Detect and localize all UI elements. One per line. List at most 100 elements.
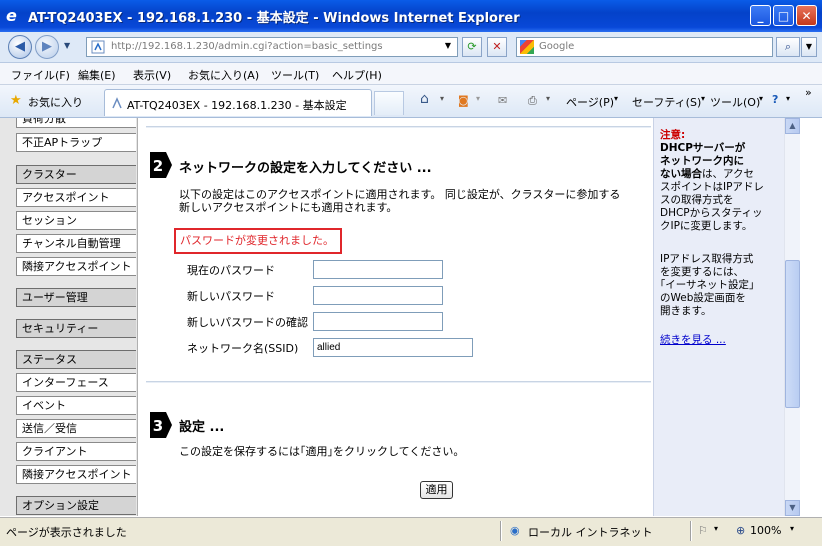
tools-menu-button[interactable]: ツール(O) — [710, 94, 760, 110]
print-icon[interactable]: ⎙ — [528, 94, 537, 108]
tab-current-page[interactable]: AT-TQ2403EX - 192.168.1.230 - 基本設定 — [104, 89, 372, 116]
para2-line2: を変更するには、 — [660, 266, 744, 278]
ssid-input[interactable] — [313, 338, 473, 357]
maximize-button[interactable]: □ — [773, 5, 794, 26]
sidebar-category-cluster[interactable]: クラスター — [16, 165, 136, 184]
sidebar-item-tx-rx[interactable]: 送信／受信 — [16, 419, 136, 438]
note-bold-line1: DHCPサーバーが — [660, 142, 746, 154]
note-title: 注意: — [660, 129, 686, 141]
scroll-up-icon[interactable]: ▲ — [785, 118, 800, 134]
sidebar-category-security[interactable]: セキュリティー — [16, 319, 136, 338]
menu-bar: ファイル(F) 編集(E) 表示(V) お気に入り(A) ツール(T) ヘルプ(… — [0, 63, 822, 85]
zoom-icon: ⊕ — [736, 524, 746, 537]
vertical-scrollbar[interactable]: ▲ ▼ — [784, 118, 800, 516]
sidebar-item-clients[interactable]: クライアント — [16, 442, 136, 461]
search-field[interactable]: Google — [516, 37, 773, 57]
scroll-down-icon[interactable]: ▼ — [785, 500, 800, 516]
step-3-heading: 設定 ... — [179, 420, 225, 435]
help-panel: 注意: DHCPサーバーが ネットワーク内に ない場合は、アクセ スポイントはI… — [653, 118, 784, 516]
note-rest-line2: スポイントはIPアドレ — [660, 181, 764, 193]
protected-mode-icon[interactable]: ⚐ — [698, 524, 708, 537]
tab-title: AT-TQ2403EX - 192.168.1.230 - 基本設定 — [127, 99, 347, 112]
status-divider — [690, 521, 692, 541]
refresh-button[interactable]: ⟳ — [462, 37, 482, 57]
sidebar-item-rogue-ap[interactable]: 不正APトラップ — [16, 133, 136, 152]
google-icon — [520, 40, 534, 54]
read-more-link[interactable]: 続きを見る ... — [660, 334, 782, 347]
page-icon — [91, 40, 105, 54]
sidebar-category-status[interactable]: ステータス — [16, 350, 136, 369]
main-panel: 2 ネットワークの設定を入力してください ... 以下の設定はこのアクセスポイン… — [138, 118, 653, 516]
sidebar-category-options[interactable]: オプション設定 — [16, 496, 136, 515]
minimize-button[interactable]: _ — [750, 5, 771, 26]
scroll-thumb[interactable] — [785, 260, 800, 408]
sidebar-item-events[interactable]: イベント — [16, 396, 136, 415]
para2-line4: のWeb設定画面を — [660, 292, 746, 304]
sidebar-category-user-management[interactable]: ユーザー管理 — [16, 288, 136, 307]
help-icon[interactable]: ? — [772, 93, 778, 106]
back-button[interactable]: ◀ — [8, 35, 32, 59]
page-menu-button[interactable]: ページ(P) — [566, 94, 614, 110]
apply-button[interactable]: 適用 — [420, 481, 453, 499]
status-divider — [500, 521, 502, 541]
forward-button[interactable]: ▶ — [35, 35, 59, 59]
safety-menu-button[interactable]: セーフティ(S) — [632, 94, 701, 110]
confirm-password-input[interactable] — [313, 312, 443, 331]
protected-mode-dropdown-icon[interactable]: ▾ — [714, 524, 718, 533]
address-dropdown-icon[interactable]: ▼ — [440, 37, 456, 57]
new-password-input[interactable] — [313, 286, 443, 305]
new-tab-button[interactable] — [374, 91, 404, 115]
new-password-label: 新しいパスワード — [187, 290, 275, 303]
history-dropdown-icon[interactable]: ▼ — [64, 41, 70, 50]
zoom-dropdown-icon[interactable]: ▾ — [790, 524, 794, 533]
search-button[interactable]: ⌕ — [776, 37, 800, 57]
help-dropdown-icon[interactable]: ▾ — [786, 94, 790, 103]
menu-tools[interactable]: ツール(T) — [271, 67, 319, 83]
sidebar-item-interfaces[interactable]: インターフェース — [16, 373, 136, 392]
status-text: ページが表示されました — [6, 526, 127, 539]
feeds-icon[interactable]: ◙ — [458, 94, 469, 107]
menu-file[interactable]: ファイル(F) — [11, 67, 70, 83]
password-changed-notice: パスワードが変更されました。 — [174, 228, 342, 254]
note-rest-line1: は、アクセ — [702, 168, 754, 180]
current-password-input[interactable] — [313, 260, 443, 279]
step-2-badge: 2 — [150, 152, 172, 178]
sidebar-item-sessions[interactable]: セッション — [16, 211, 136, 230]
home-icon[interactable]: ⌂ — [420, 91, 429, 107]
stop-button[interactable]: ✕ — [487, 37, 507, 57]
search-icon: ⌕ — [784, 40, 792, 53]
zoom-level[interactable]: 100% — [750, 524, 781, 537]
sidebar-item-neighbor-ap-status[interactable]: 隣接アクセスポイント — [16, 465, 136, 484]
step-3-description: この設定を保存するには｢適用｣をクリックしてください。 — [179, 445, 465, 458]
window-title: AT-TQ2403EX - 192.168.1.230 - 基本設定 - Win… — [28, 11, 520, 26]
sidebar-item-load-balancing[interactable]: 負荷分散 — [16, 118, 136, 128]
status-bar: ページが表示されました ◉ ローカル イントラネット ⚐ ▾ ⊕ 100% ▾ — [0, 517, 822, 546]
feeds-dropdown-icon[interactable]: ▾ — [476, 94, 480, 103]
ssid-label: ネットワーク名(SSID) — [187, 342, 299, 355]
favorites-star-icon: ★ — [10, 93, 22, 108]
svg-text:2: 2 — [153, 157, 163, 175]
step-3-badge: 3 — [150, 412, 172, 438]
favorites-button[interactable]: お気に入り — [28, 94, 83, 110]
para2-line1: IPアドレス取得方式 — [660, 253, 754, 265]
address-field[interactable]: http://192.168.1.230/admin.cgi?action=ba… — [86, 37, 458, 57]
search-options-icon[interactable]: ▼ — [801, 37, 817, 57]
page-content: 負荷分散 不正APトラップ クラスター アクセスポイント セッション チャンネル… — [0, 118, 800, 516]
sidebar-item-channel-management[interactable]: チャンネル自動管理 — [16, 234, 136, 253]
sidebar-item-access-points[interactable]: アクセスポイント — [16, 188, 136, 207]
title-bar[interactable]: e AT-TQ2403EX - 192.168.1.230 - 基本設定 - W… — [0, 0, 822, 32]
home-dropdown-icon[interactable]: ▾ — [440, 94, 444, 103]
para2-line3: ｢イーサネット設定｣ — [660, 279, 755, 291]
svg-text:3: 3 — [153, 417, 163, 435]
more-tools-button[interactable]: » — [805, 86, 812, 99]
mail-icon[interactable]: ✉ — [498, 94, 507, 107]
step-2-description-line2: 新しいアクセスポイントにも適用されます。 — [179, 201, 398, 214]
menu-edit[interactable]: 編集(E) — [78, 67, 116, 83]
print-dropdown-icon[interactable]: ▾ — [546, 94, 550, 103]
menu-help[interactable]: ヘルプ(H) — [332, 67, 382, 83]
menu-favorites[interactable]: お気に入り(A) — [188, 67, 259, 83]
menu-view[interactable]: 表示(V) — [133, 67, 171, 83]
sidebar-item-neighbor-ap[interactable]: 隣接アクセスポイント — [16, 257, 136, 276]
sidebar: 負荷分散 不正APトラップ クラスター アクセスポイント セッション チャンネル… — [0, 118, 138, 516]
close-button[interactable]: ✕ — [796, 5, 817, 26]
